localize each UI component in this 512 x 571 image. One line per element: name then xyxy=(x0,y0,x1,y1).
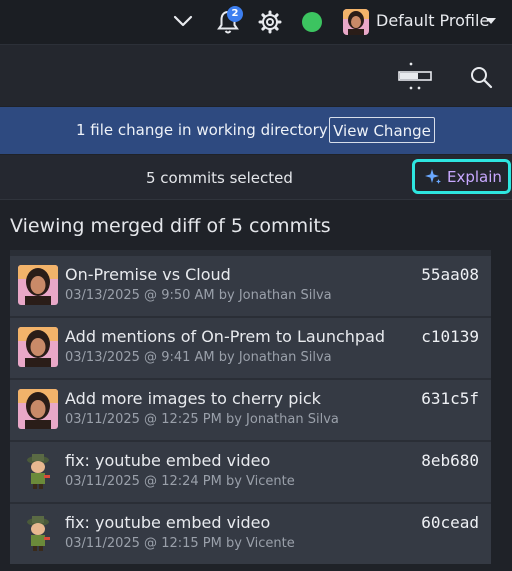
view-change-button[interactable]: View Change xyxy=(329,117,435,143)
banner-message: 1 file change in working directory xyxy=(76,121,328,139)
commit-sha: 8eb680 xyxy=(421,451,479,470)
commit-title: fix: youtube embed video xyxy=(65,451,271,470)
page-title: Viewing merged diff of 5 commits xyxy=(10,215,331,237)
selection-count: 5 commits selected xyxy=(146,169,293,187)
commit-meta: 03/11/2025 @ 12:24 PM by Vicente xyxy=(65,474,295,489)
commit-sha: 55aa08 xyxy=(421,265,479,284)
commit-title: fix: youtube embed video xyxy=(65,513,271,532)
person-avatar xyxy=(18,327,58,367)
profile-avatar[interactable] xyxy=(343,9,369,35)
commit-row[interactable]: fix: youtube embed video 03/11/2025 @ 12… xyxy=(10,442,491,502)
scrollbar[interactable] xyxy=(491,250,501,561)
character-avatar xyxy=(18,513,58,553)
sparkle-icon xyxy=(425,169,441,184)
commit-sha: 60cead xyxy=(421,513,479,532)
gear-icon[interactable] xyxy=(258,10,282,34)
search-icon[interactable] xyxy=(469,65,493,89)
commit-row[interactable]: Add more images to cherry pick 03/11/202… xyxy=(10,380,491,440)
panel-toggle-icon[interactable] xyxy=(396,59,434,93)
secondary-toolbar xyxy=(0,45,512,106)
explain-button[interactable]: Explain xyxy=(412,159,511,194)
online-status-indicator xyxy=(302,12,322,32)
commit-title: Add more images to cherry pick xyxy=(65,389,321,408)
chevron-down-icon[interactable] xyxy=(172,10,194,32)
app-window: 2 Default Profile 1 file change in worki… xyxy=(0,0,512,571)
commit-meta: 03/11/2025 @ 12:25 PM by Jonathan Silva xyxy=(65,412,339,427)
commit-row[interactable]: fix: youtube embed video 03/11/2025 @ 12… xyxy=(10,504,491,564)
commit-row[interactable]: Add mentions of On-Prem to Launchpad 03/… xyxy=(10,318,491,378)
person-avatar xyxy=(18,265,58,305)
commit-sha: 631c5f xyxy=(421,389,479,408)
commit-title: Add mentions of On-Prem to Launchpad xyxy=(65,327,386,346)
commit-title: On-Premise vs Cloud xyxy=(65,265,231,284)
commit-meta: 03/13/2025 @ 9:41 AM by Jonathan Silva xyxy=(65,350,332,365)
character-avatar xyxy=(18,451,58,491)
top-bar: 2 Default Profile xyxy=(0,0,512,45)
notification-badge: 2 xyxy=(227,6,243,22)
commit-meta: 03/13/2025 @ 9:50 AM by Jonathan Silva xyxy=(65,288,332,303)
person-avatar xyxy=(18,389,58,429)
working-directory-banner: 1 file change in working directory View … xyxy=(0,107,512,154)
commit-row[interactable]: On-Premise vs Cloud 03/13/2025 @ 9:50 AM… xyxy=(10,256,491,316)
profile-name[interactable]: Default Profile xyxy=(376,11,489,30)
explain-label: Explain xyxy=(447,168,502,186)
commit-sha: c10139 xyxy=(421,327,479,346)
caret-down-icon[interactable] xyxy=(485,15,497,27)
commit-meta: 03/11/2025 @ 12:15 PM by Vicente xyxy=(65,536,295,551)
commit-list: On-Premise vs Cloud 03/13/2025 @ 9:50 AM… xyxy=(10,250,501,564)
